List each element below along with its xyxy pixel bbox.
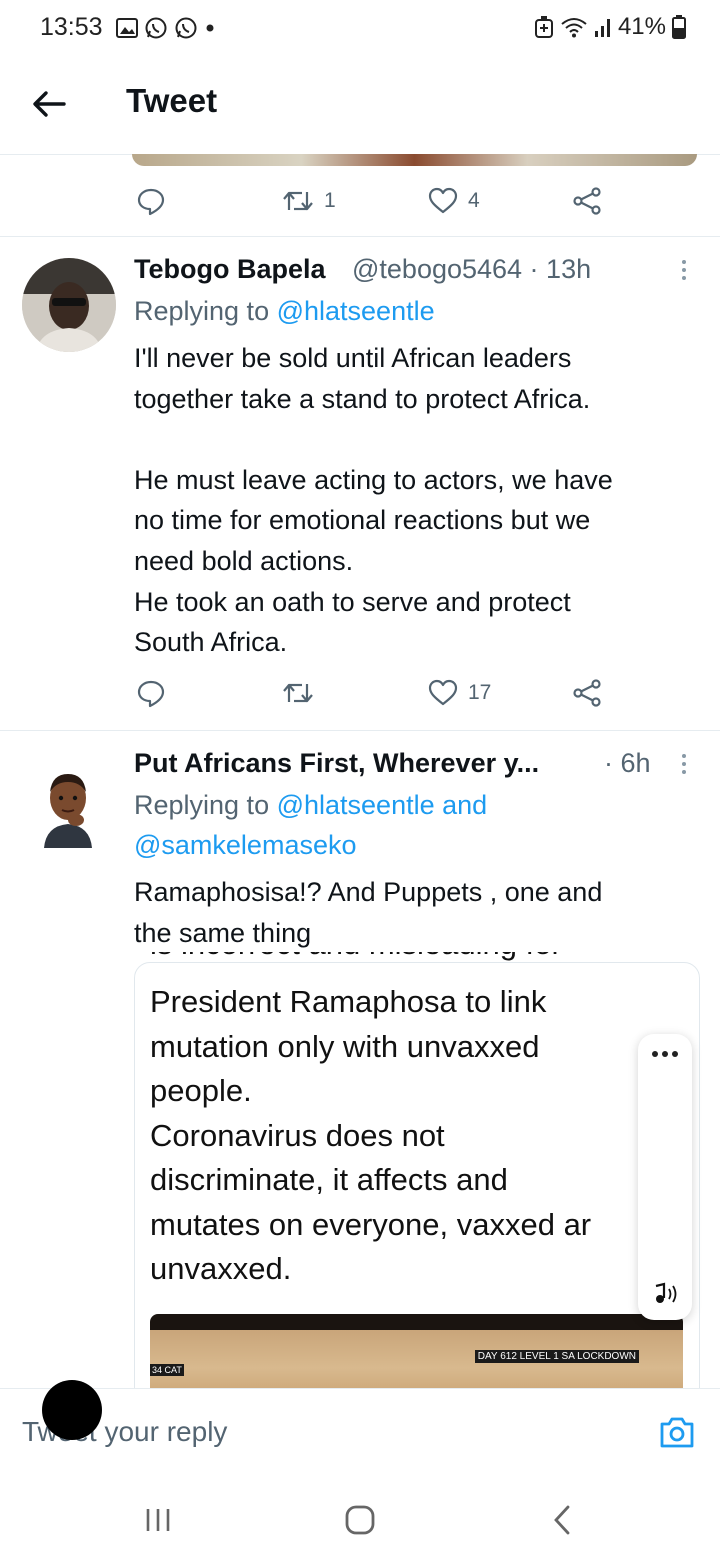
tweet-line: South Africa. xyxy=(134,627,288,658)
embed-line: Coronavirus does not xyxy=(150,1117,445,1153)
dot-icon xyxy=(206,24,214,32)
signal-icon xyxy=(594,19,610,37)
reply-icon xyxy=(137,188,165,216)
gallery-icon xyxy=(116,18,138,38)
floating-bubble[interactable] xyxy=(42,1380,102,1440)
tweet-author-name[interactable]: Put Africans First, Wherever y... xyxy=(134,748,539,779)
embed-line: unvaxxed. xyxy=(150,1251,292,1286)
more-options-icon[interactable] xyxy=(680,256,688,284)
camera-icon[interactable] xyxy=(658,1414,696,1450)
avatar[interactable] xyxy=(22,258,116,352)
embed-line: mutates on everyone, vaxxed ar xyxy=(150,1206,592,1242)
reply-button[interactable] xyxy=(136,678,166,708)
tweet-line: need bold actions. xyxy=(134,545,354,576)
heart-icon xyxy=(428,679,458,706)
whatsapp-icon xyxy=(175,17,197,39)
embed-cut-line: is incorrect and misleading for xyxy=(150,952,690,966)
divider xyxy=(0,236,720,237)
tweet-line: He must leave acting to actors, we have xyxy=(134,464,613,495)
system-icons: 41% xyxy=(534,13,686,41)
reply-button[interactable] xyxy=(136,186,166,216)
status-time: 13:53 xyxy=(40,13,103,41)
avatar-photo xyxy=(22,258,116,352)
share-button[interactable] xyxy=(572,186,602,216)
embed-line: President Ramaphosa to link xyxy=(150,984,547,1019)
retweet-button[interactable]: 1 xyxy=(282,186,336,216)
battery-percent: 41% xyxy=(617,13,666,40)
status-bar: 13:53 41% xyxy=(0,0,720,58)
retweet-icon xyxy=(283,683,313,703)
replying-to: Replying to @hlatseentle xyxy=(134,296,435,327)
overflow-menu-icon[interactable] xyxy=(650,1048,680,1060)
embed-cut-text: is incorrect and misleading for xyxy=(150,952,690,962)
alarm-icon xyxy=(534,16,553,38)
like-count: 4 xyxy=(468,189,480,212)
page-title: Tweet xyxy=(126,82,218,119)
like-button[interactable]: 17 xyxy=(428,678,491,708)
system-back-icon[interactable] xyxy=(550,1504,574,1536)
replying-prefix: Replying to xyxy=(134,296,277,326)
tweet-line: Ramaphosisa!? And Puppets , one and xyxy=(134,877,603,907)
tweet-body: I'll never be sold until African leaders… xyxy=(134,338,694,663)
retweet-count: 1 xyxy=(324,189,336,212)
replying-to-link[interactable]: @hlatseentle xyxy=(277,296,435,326)
battery-icon xyxy=(672,15,686,39)
floating-overlay-panel[interactable] xyxy=(638,1034,692,1320)
divider xyxy=(0,730,720,731)
heart-icon xyxy=(428,187,458,214)
retweet-button[interactable] xyxy=(282,678,314,708)
like-count: 17 xyxy=(468,681,492,704)
avatar-emoji xyxy=(44,774,92,848)
back-arrow-icon[interactable] xyxy=(30,84,70,124)
share-button[interactable] xyxy=(572,678,602,708)
avatar[interactable] xyxy=(40,770,96,848)
tweet-body: Ramaphosisa!? And Puppets , one and the … xyxy=(134,872,694,953)
tweet-line: I'll never be sold until African leaders xyxy=(134,343,572,373)
share-icon xyxy=(573,679,601,707)
tweet-time: · 6h xyxy=(604,748,651,778)
tweet-author-handle: @tebogo5464 · 13h xyxy=(352,254,592,284)
photo-label-right: DAY 612 LEVEL 1 SA LOCKDOWN xyxy=(474,1350,639,1363)
sound-icon[interactable] xyxy=(650,1282,682,1306)
embed-line: mutation only with unvaxxed xyxy=(150,1028,540,1064)
tweet-media-peek[interactable] xyxy=(132,154,697,166)
whatsapp-icon xyxy=(145,17,167,39)
notification-icons xyxy=(116,16,216,40)
embed-line: discriminate, it affects and xyxy=(150,1162,508,1197)
photo-label-left: 34 CAT xyxy=(150,1364,184,1376)
reply-icon xyxy=(137,680,165,708)
like-button[interactable]: 4 xyxy=(428,186,480,216)
tweet-line: the same thing xyxy=(134,917,312,948)
replying-to: Replying to @hlatseentle and xyxy=(134,790,487,821)
tweet-line: no time for emotional reactions but we xyxy=(134,505,591,536)
replying-to-link[interactable]: @hlatseentle and xyxy=(277,790,488,820)
embed-line: people. xyxy=(150,1073,252,1108)
replying-to-link[interactable]: @samkelemaseko xyxy=(134,830,357,861)
home-icon[interactable] xyxy=(344,1504,376,1536)
tweet-line: together take a stand to protect Africa. xyxy=(134,383,591,414)
app-header xyxy=(0,58,720,155)
tweet-author-name[interactable]: Tebogo Bapela xyxy=(134,254,326,285)
recent-apps-icon[interactable] xyxy=(144,1506,172,1534)
wifi-icon xyxy=(561,18,587,38)
retweet-icon xyxy=(283,191,313,211)
share-icon xyxy=(573,187,601,215)
more-options-icon[interactable] xyxy=(680,750,688,778)
replying-prefix: Replying to xyxy=(134,790,277,820)
embed-text: President Ramaphosa to link mutation onl… xyxy=(150,980,591,1292)
tweet-line: He took an oath to serve and protect xyxy=(134,586,571,617)
tweet-line xyxy=(134,419,694,460)
